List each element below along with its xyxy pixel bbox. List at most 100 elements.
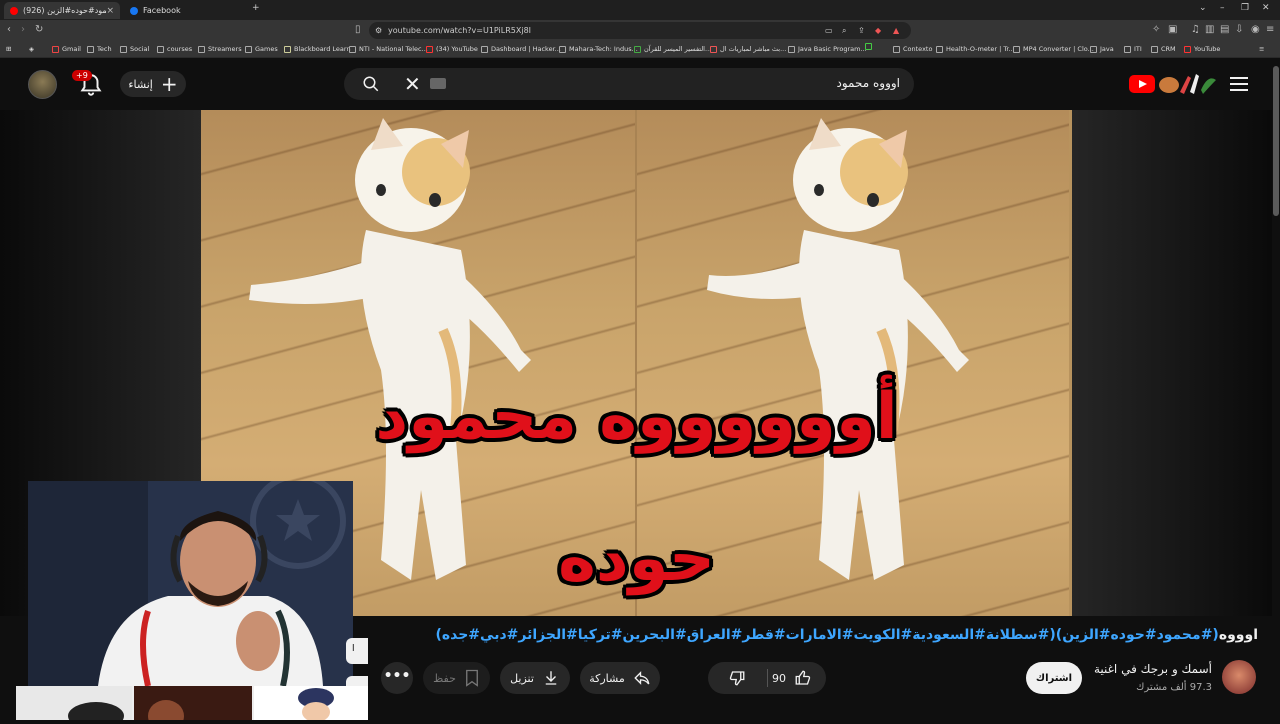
bookmark-nti[interactable]: NTI - National Telec...: [349, 43, 428, 55]
mahara-icon: [559, 45, 566, 53]
hackerrank-icon: [481, 45, 488, 53]
media-icon[interactable]: ♫: [1191, 24, 1200, 36]
bookmark-hackerrank[interactable]: Dashboard | Hacker...: [481, 43, 561, 55]
apps-grid-icon[interactable]: ⊞: [6, 43, 11, 55]
bookmark-green-icon[interactable]: [865, 43, 875, 50]
all-bookmarks-icon[interactable]: ≡: [1259, 43, 1264, 55]
new-tab-button[interactable]: +: [252, 3, 260, 13]
bookmark-folder-social[interactable]: Social: [120, 43, 149, 55]
like-divider: [767, 669, 768, 687]
bookmark-folder-streamers[interactable]: Streamers: [198, 43, 242, 55]
close-window-icon[interactable]: ✕: [1262, 3, 1270, 13]
reload-icon[interactable]: ↻: [35, 24, 43, 36]
browser-toolbar: ‹ › ↻ ▯ ⚙ youtube.com/watch?v=U1PiLR5Xj8…: [0, 20, 1280, 41]
youtube-icon: [1184, 45, 1191, 53]
dislike-button[interactable]: [728, 669, 746, 687]
contexto-icon: [893, 45, 900, 53]
save-button[interactable]: حفظ: [423, 662, 490, 694]
bookmark-contexto[interactable]: Contexto: [893, 43, 932, 55]
chip-peek-partial[interactable]: ا: [346, 638, 368, 664]
create-button[interactable]: إنشاء +: [120, 71, 186, 97]
guide-menu-icon[interactable]: [1230, 77, 1248, 91]
share-page-icon[interactable]: ⇪: [858, 22, 865, 39]
forward-icon[interactable]: ›: [21, 24, 25, 36]
bookmark-folder-iti[interactable]: ITI: [1124, 43, 1142, 55]
plus-icon: +: [160, 72, 178, 96]
nti-icon: [349, 45, 356, 53]
bookmark-gmail[interactable]: Gmail: [52, 43, 81, 55]
scrollbar-thumb[interactable]: [1273, 66, 1279, 216]
keyboard-icon[interactable]: [430, 78, 446, 89]
address-bar[interactable]: ⚙ youtube.com/watch?v=U1PiLR5Xj8I ▭ ⌕ ⇪ …: [369, 22, 911, 39]
bookmark-java-basic[interactable]: Java Basic Program...: [788, 43, 867, 55]
java-icon: [788, 45, 795, 53]
bookmark-mahara-tech[interactable]: Mahara-Tech: Indus...: [559, 43, 638, 55]
thumbnail-previews[interactable]: [16, 686, 368, 724]
bookmark-mp4-converter[interactable]: MP4 Converter | Clo...: [1013, 43, 1094, 55]
youtube-doodle-logo[interactable]: [1156, 70, 1218, 98]
search-box[interactable]: ✕ اوووه محمود: [344, 68, 914, 100]
create-label: إنشاء: [128, 77, 153, 91]
youtube-icon: [426, 45, 433, 53]
bookmark-folder-games[interactable]: Games: [245, 43, 278, 55]
clear-search-icon[interactable]: ✕: [404, 72, 421, 96]
health-icon: [936, 45, 943, 53]
browser-menu-icon[interactable]: ≡: [1266, 24, 1274, 36]
bookmark-folder-java[interactable]: Java: [1090, 43, 1114, 55]
bookmark-health-o-meter[interactable]: Health-O-meter | Tr...: [936, 43, 1015, 55]
bookmark-page-icon[interactable]: ▯: [355, 24, 361, 36]
wallet-icon[interactable]: ▣: [1168, 24, 1177, 36]
extension-triangle-icon[interactable]: ▲: [893, 22, 899, 39]
channel-avatar[interactable]: [1222, 660, 1256, 694]
url-text: youtube.com/watch?v=U1PiLR5Xj8I: [388, 26, 532, 35]
download-button[interactable]: تنزيل: [500, 662, 570, 694]
bookmark-folder-crm[interactable]: CRM: [1151, 43, 1176, 55]
channel-name[interactable]: أسمك و برجك في اغنية: [1094, 662, 1212, 676]
tab-manager-icon[interactable]: ▤: [1220, 24, 1229, 36]
downloads-icon[interactable]: ⇩: [1235, 24, 1243, 36]
back-icon[interactable]: ‹: [7, 24, 11, 36]
account-avatar[interactable]: [28, 70, 57, 99]
close-tab-icon[interactable]: ×: [106, 6, 114, 16]
sidebar-icon[interactable]: ▥: [1205, 24, 1214, 36]
cast-icon[interactable]: ▭: [825, 22, 833, 39]
bookmark-youtube[interactable]: YouTube: [1184, 43, 1220, 55]
search-icon[interactable]: [362, 75, 380, 93]
bookmark-folder-tech[interactable]: Tech: [87, 43, 112, 55]
video-caption-line-1: أووووووه محمود: [375, 380, 898, 454]
share-label: مشاركة: [589, 671, 625, 685]
share-button[interactable]: مشاركة: [580, 662, 660, 694]
minimize-icon[interactable]: –: [1220, 3, 1225, 13]
bookmark-youtube-34[interactable]: (34) YouTube: [426, 43, 478, 55]
tab-youtube-video[interactable]: (926) أووووه#محمود#حوده#الزين ×: [4, 2, 120, 19]
share-icon: [634, 671, 650, 685]
tab-search-icon[interactable]: ⌄: [1199, 3, 1207, 13]
subscriber-count: 97.3 ألف مشترك: [1136, 682, 1212, 693]
like-button[interactable]: 90: [772, 669, 812, 687]
restore-icon[interactable]: ❐: [1241, 3, 1249, 13]
youtube-favicon-icon: [10, 6, 18, 15]
site-info-icon[interactable]: ⚙: [375, 22, 382, 39]
subscribe-button[interactable]: اشتراك: [1026, 662, 1082, 694]
zoom-icon[interactable]: ⌕: [842, 22, 846, 39]
more-actions-button[interactable]: •••: [381, 662, 413, 694]
folder-icon: [87, 45, 94, 53]
tab-facebook[interactable]: Facebook: [124, 2, 244, 19]
bookmark-save-icon: [465, 669, 478, 687]
video-title-hashtags[interactable]: (#محمود#حوده#الزين)(#سطلانة#السعودية#الك…: [435, 627, 1218, 643]
thumbs-up-icon: [795, 670, 811, 685]
search-input[interactable]: اوووه محمود: [837, 76, 900, 90]
extensions-icon[interactable]: ✧: [1152, 24, 1160, 36]
extension-shield-icon[interactable]: ◆: [875, 22, 881, 39]
facebook-favicon-icon: [130, 6, 138, 15]
profile-icon[interactable]: ◉: [1251, 24, 1260, 36]
bookmark-live-matches[interactable]: بث مباشر لمباريات ال...: [710, 43, 786, 55]
bookmark-blackboard[interactable]: Blackboard Learn: [284, 43, 351, 55]
folder-icon: [1124, 45, 1131, 53]
page-scrollbar[interactable]: [1272, 58, 1280, 720]
bookmark-tafsir[interactable]: التفسير الميسر للقرآن...: [634, 43, 711, 55]
bookmark-brave-icon[interactable]: ◈: [29, 43, 34, 55]
folder-icon: [120, 45, 127, 53]
bookmark-folder-courses[interactable]: courses: [157, 43, 192, 55]
youtube-logo-icon[interactable]: [1129, 75, 1155, 93]
